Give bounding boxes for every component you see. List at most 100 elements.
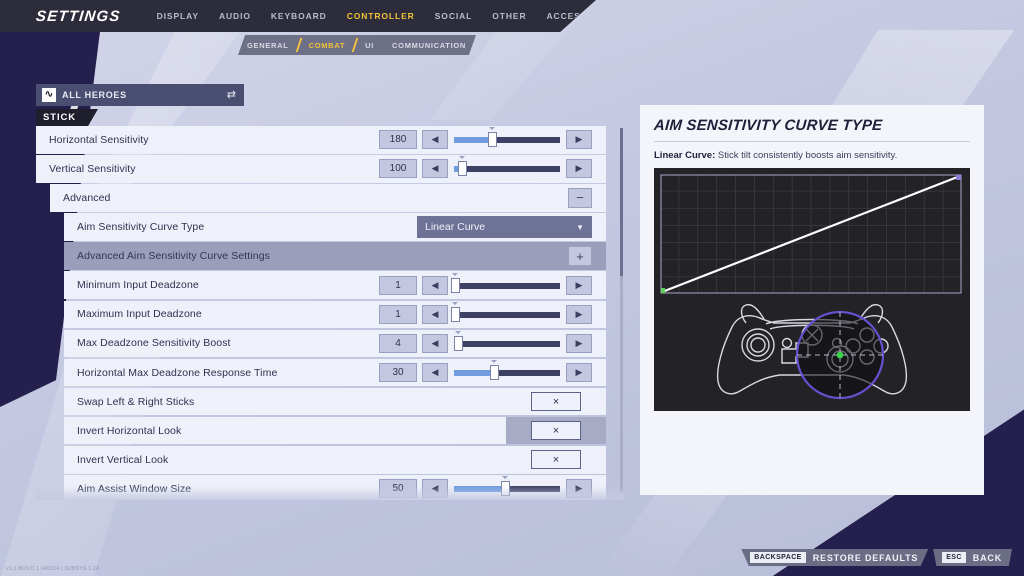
setting-row[interactable]: Advanced −: [50, 184, 606, 212]
sub-tab-communication[interactable]: COMMUNICATION: [383, 41, 475, 50]
setting-row[interactable]: Invert Vertical Look ×: [64, 446, 606, 474]
setting-row[interactable]: Swap Left & Right Sticks ×: [64, 387, 606, 416]
increment-arrow-icon[interactable]: ▶: [566, 479, 592, 499]
setting-control: +: [568, 242, 606, 270]
slider-default-marker: [452, 301, 459, 305]
setting-value-input[interactable]: 30: [379, 363, 417, 382]
decrement-arrow-icon[interactable]: ◀: [422, 333, 448, 353]
slider-default-marker: [489, 127, 496, 131]
slider-thumb[interactable]: [490, 365, 500, 380]
setting-label: Aim Assist Window Size: [77, 482, 192, 495]
setting-label: Invert Vertical Look: [77, 453, 169, 466]
increment-arrow-icon[interactable]: ▶: [566, 363, 592, 382]
settings-list-viewport: Horizontal Sensitivity 180 ◀ ▶ Vertical Sens…: [36, 126, 624, 500]
tab-other[interactable]: OTHER: [492, 11, 526, 21]
sub-tab-general[interactable]: GENERAL: [238, 41, 298, 50]
setting-row[interactable]: Max Deadzone Sensitivity Boost 4 ◀ ▶: [64, 329, 606, 358]
tab-controller[interactable]: CONTROLLER: [347, 11, 415, 21]
swap-arrows-icon[interactable]: ⇄: [227, 89, 238, 101]
checkbox-cell: ×: [506, 416, 606, 445]
section-tab-label: STICK: [43, 112, 76, 123]
setting-row[interactable]: Advanced Aim Sensitivity Curve Settings +: [64, 242, 606, 270]
setting-row[interactable]: Invert Horizontal Look ×: [64, 416, 606, 445]
deadzone-indicator: [795, 310, 885, 400]
setting-control: Linear Curve ▼: [417, 213, 606, 241]
slider-thumb[interactable]: [488, 132, 498, 148]
increment-arrow-icon[interactable]: ▶: [566, 275, 592, 295]
sub-tab-combat[interactable]: COMBAT: [300, 41, 355, 50]
hero-selector[interactable]: ∿ ALL HEROES ⇄: [36, 84, 244, 106]
key-badge: ESC: [942, 552, 966, 563]
setting-value-input[interactable]: 1: [379, 304, 417, 324]
chevron-down-icon: ▼: [576, 222, 584, 232]
slider-thumb[interactable]: [458, 161, 468, 177]
setting-checkbox[interactable]: ×: [531, 392, 581, 412]
sub-navigation-bar: GENERAL COMBAT UI COMMUNICATION: [238, 35, 476, 55]
slider-fill: [454, 486, 505, 493]
setting-control: −: [568, 184, 606, 212]
decrement-arrow-icon[interactable]: ◀: [422, 479, 448, 499]
info-term: Linear Curve:: [654, 150, 716, 161]
increment-arrow-icon[interactable]: ▶: [566, 304, 592, 324]
increment-arrow-icon[interactable]: ▶: [566, 159, 592, 179]
setting-checkbox[interactable]: ×: [531, 421, 581, 441]
increment-arrow-icon[interactable]: ▶: [566, 130, 592, 150]
sub-tab-ui[interactable]: UI: [356, 41, 383, 50]
setting-label: Vertical Sensitivity: [49, 162, 136, 175]
slider-thumb[interactable]: [451, 306, 461, 322]
collapse-button[interactable]: −: [568, 187, 592, 208]
setting-control: 50 ◀ ▶: [379, 475, 606, 500]
tab-audio[interactable]: AUDIO: [219, 11, 251, 21]
setting-value-input[interactable]: 50: [379, 479, 417, 499]
page-title: SETTINGS: [35, 7, 122, 25]
setting-slider[interactable]: [451, 272, 560, 295]
setting-slider[interactable]: [454, 330, 560, 353]
build-id-watermark: v1.1 BUILD 1.049314 | SUBSYS 1.24: [6, 566, 100, 572]
slider-default-marker: [452, 272, 459, 276]
setting-row[interactable]: Minimum Input Deadzone 1 ◀ ▶: [64, 271, 606, 299]
setting-label: Maximum Input Deadzone: [77, 308, 202, 321]
setting-checkbox[interactable]: ×: [531, 450, 581, 470]
setting-value-input[interactable]: 1: [379, 275, 417, 295]
setting-row[interactable]: Maximum Input Deadzone 1 ◀ ▶: [64, 300, 606, 329]
decrement-arrow-icon[interactable]: ◀: [422, 130, 448, 150]
tab-display[interactable]: DISPLAY: [157, 11, 199, 21]
tab-keyboard[interactable]: KEYBOARD: [271, 11, 327, 21]
setting-label: Advanced: [63, 191, 111, 204]
setting-slider[interactable]: [454, 360, 560, 382]
setting-value-input[interactable]: 4: [379, 333, 417, 353]
decrement-arrow-icon[interactable]: ◀: [422, 304, 448, 324]
slider-track: [454, 282, 560, 289]
decrement-arrow-icon[interactable]: ◀: [422, 275, 448, 295]
expand-button[interactable]: +: [568, 246, 592, 267]
setting-value-input[interactable]: 100: [379, 159, 417, 179]
setting-row[interactable]: Horizontal Sensitivity 180 ◀ ▶: [36, 126, 606, 154]
slider-thumb[interactable]: [454, 335, 464, 351]
setting-row[interactable]: Vertical Sensitivity 100 ◀ ▶: [36, 155, 606, 183]
setting-value-input[interactable]: 180: [379, 130, 417, 150]
info-panel-title: AIM SENSITIVITY CURVE TYPE: [653, 117, 883, 134]
decrement-arrow-icon[interactable]: ◀: [422, 159, 448, 179]
dropdown-selected-value: Linear Curve: [425, 221, 486, 234]
curve-and-controller-graphic: [654, 168, 970, 411]
setting-row[interactable]: Aim Sensitivity Curve Type Linear Curve ▼: [64, 213, 606, 241]
bottom-button-restore-defaults[interactable]: BACKSPACE RESTORE DEFAULTS: [741, 549, 929, 566]
slider-thumb[interactable]: [500, 481, 510, 497]
setting-slider[interactable]: [454, 156, 560, 178]
slider-thumb[interactable]: [451, 277, 461, 293]
increment-arrow-icon[interactable]: ▶: [566, 333, 592, 353]
setting-label: Horizontal Sensitivity: [49, 133, 149, 146]
decrement-arrow-icon[interactable]: ◀: [422, 363, 448, 382]
info-panel-divider: [654, 141, 970, 142]
section-tab-stick[interactable]: STICK: [36, 109, 98, 126]
xbox-controller-outline: [716, 303, 908, 400]
bottom-button-back[interactable]: ESC BACK: [933, 549, 1012, 566]
chart-end-point: [956, 175, 961, 180]
setting-slider[interactable]: [451, 301, 560, 324]
setting-slider[interactable]: [454, 127, 560, 149]
setting-slider[interactable]: [454, 476, 560, 498]
setting-dropdown[interactable]: Linear Curve ▼: [417, 216, 592, 239]
tab-social[interactable]: SOCIAL: [435, 11, 473, 21]
setting-row[interactable]: Horizontal Max Deadzone Response Time 30 ◀…: [64, 358, 606, 387]
setting-row[interactable]: Aim Assist Window Size 50 ◀ ▶: [64, 475, 606, 500]
